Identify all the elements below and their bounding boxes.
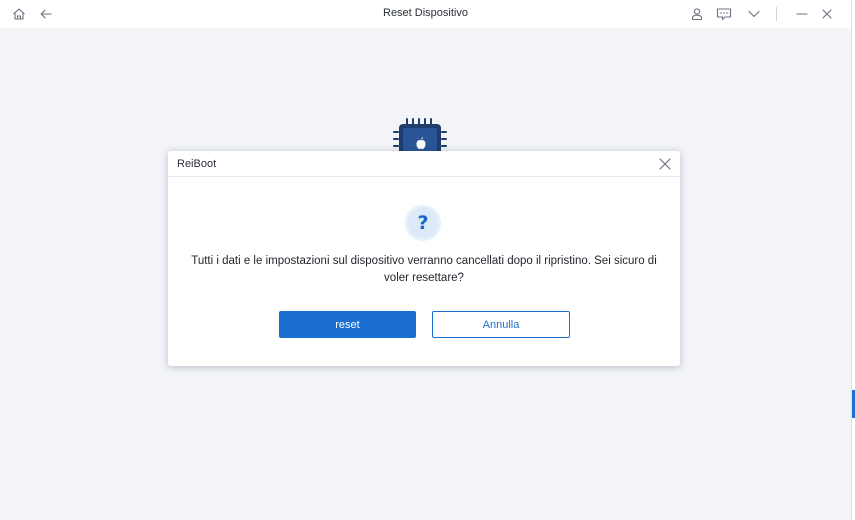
reset-confirm-dialog: ReiBoot ? Tutti i dati e le impostazioni… [168,151,680,366]
cancel-button[interactable]: Annulla [432,311,570,338]
question-icon: ? [405,205,441,241]
chevron-down-icon[interactable] [744,4,764,24]
user-icon[interactable] [687,4,707,24]
app-window: Reset Dispositivo ReiBoot ? Tutti i dati… [0,0,851,520]
background-window-edge [851,0,855,520]
dialog-header: ReiBoot [168,151,680,177]
question-mark: ? [408,208,438,238]
title-bar-divider [776,7,777,21]
dialog-message: Tutti i dati e le impostazioni sul dispo… [191,255,657,284]
close-icon[interactable] [817,4,837,24]
title-bar: Reset Dispositivo [0,0,851,28]
feedback-icon[interactable] [714,4,734,24]
minimize-icon[interactable] [792,4,812,24]
reset-button[interactable]: reset [279,311,416,338]
dialog-close-icon[interactable] [657,156,673,172]
dialog-title: ReiBoot [177,158,217,170]
